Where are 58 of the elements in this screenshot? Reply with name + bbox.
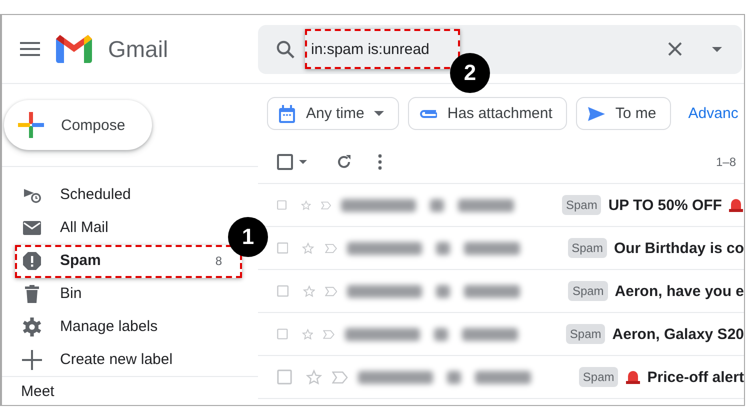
app-title: Gmail xyxy=(108,36,168,62)
star-icon[interactable] xyxy=(302,282,316,300)
important-icon[interactable] xyxy=(325,284,338,298)
spam-label: Spam xyxy=(568,281,608,301)
spam-label: Spam xyxy=(562,195,602,215)
advanced-search-link[interactable]: Advanc xyxy=(688,105,738,122)
star-icon[interactable] xyxy=(302,240,314,256)
spam-label: Spam xyxy=(566,324,606,344)
caret-icon[interactable] xyxy=(712,46,722,52)
caret-icon xyxy=(299,160,307,164)
gear-icon xyxy=(22,316,42,336)
calendar-icon xyxy=(278,104,296,122)
menu-icon[interactable] xyxy=(20,42,40,56)
step-badge: 1 xyxy=(228,217,268,257)
checkbox-icon[interactable] xyxy=(277,154,293,170)
star-icon[interactable] xyxy=(306,368,322,386)
sidebar-item[interactable]: Scheduled xyxy=(2,178,226,211)
filter-chip[interactable]: Has attachment xyxy=(408,97,568,130)
compose-icon xyxy=(18,112,44,138)
sidebar-item[interactable]: All Mail xyxy=(2,211,226,244)
caret-icon xyxy=(374,111,384,116)
filter-chip[interactable]: To me xyxy=(576,97,672,130)
spam-label: Spam xyxy=(578,367,618,387)
star-icon[interactable] xyxy=(302,326,314,342)
email-subject[interactable]: Aeron, have you e xyxy=(614,282,744,300)
send-icon xyxy=(587,104,606,122)
filter-chip[interactable]: Any time xyxy=(267,97,400,130)
section-heading: Meet xyxy=(21,383,54,400)
plus-icon xyxy=(22,350,42,370)
siren-icon xyxy=(625,369,642,385)
email-subject[interactable]: Aeron, Galaxy S20 xyxy=(612,326,744,342)
email-subject[interactable]: UP TO 50% OFF xyxy=(608,196,722,214)
refresh-icon[interactable] xyxy=(336,154,352,170)
checkbox-icon[interactable] xyxy=(277,240,288,256)
close-icon[interactable] xyxy=(668,42,682,56)
important-icon[interactable] xyxy=(320,198,331,212)
sidebar-item[interactable]: Manage labels xyxy=(2,310,226,343)
siren-icon xyxy=(728,197,744,213)
compose-button[interactable]: Compose xyxy=(4,100,152,150)
email-subject[interactable]: Our Birthday is co xyxy=(614,240,744,256)
envelope-logo xyxy=(56,35,92,63)
email-subject[interactable]: Price-off alert xyxy=(647,368,744,386)
checkbox-icon[interactable] xyxy=(277,369,292,385)
checkbox-icon[interactable] xyxy=(277,283,289,299)
page-range: 1–8 xyxy=(716,155,736,169)
sidebar-item[interactable]: Create new label xyxy=(2,343,226,376)
spam-label: Spam xyxy=(568,238,607,258)
unread-count: 8 xyxy=(215,254,222,268)
trash-icon xyxy=(22,284,42,304)
more-icon[interactable] xyxy=(378,154,382,170)
important-icon[interactable] xyxy=(332,370,348,384)
sidebar-item[interactable]: Spam 8 xyxy=(2,244,226,277)
important-icon[interactable] xyxy=(324,242,337,254)
important-icon[interactable] xyxy=(323,328,335,340)
checkbox-icon[interactable] xyxy=(277,326,288,342)
warning-icon xyxy=(22,250,42,270)
search-icon xyxy=(276,40,295,58)
sidebar-item[interactable]: Bin xyxy=(2,277,226,310)
